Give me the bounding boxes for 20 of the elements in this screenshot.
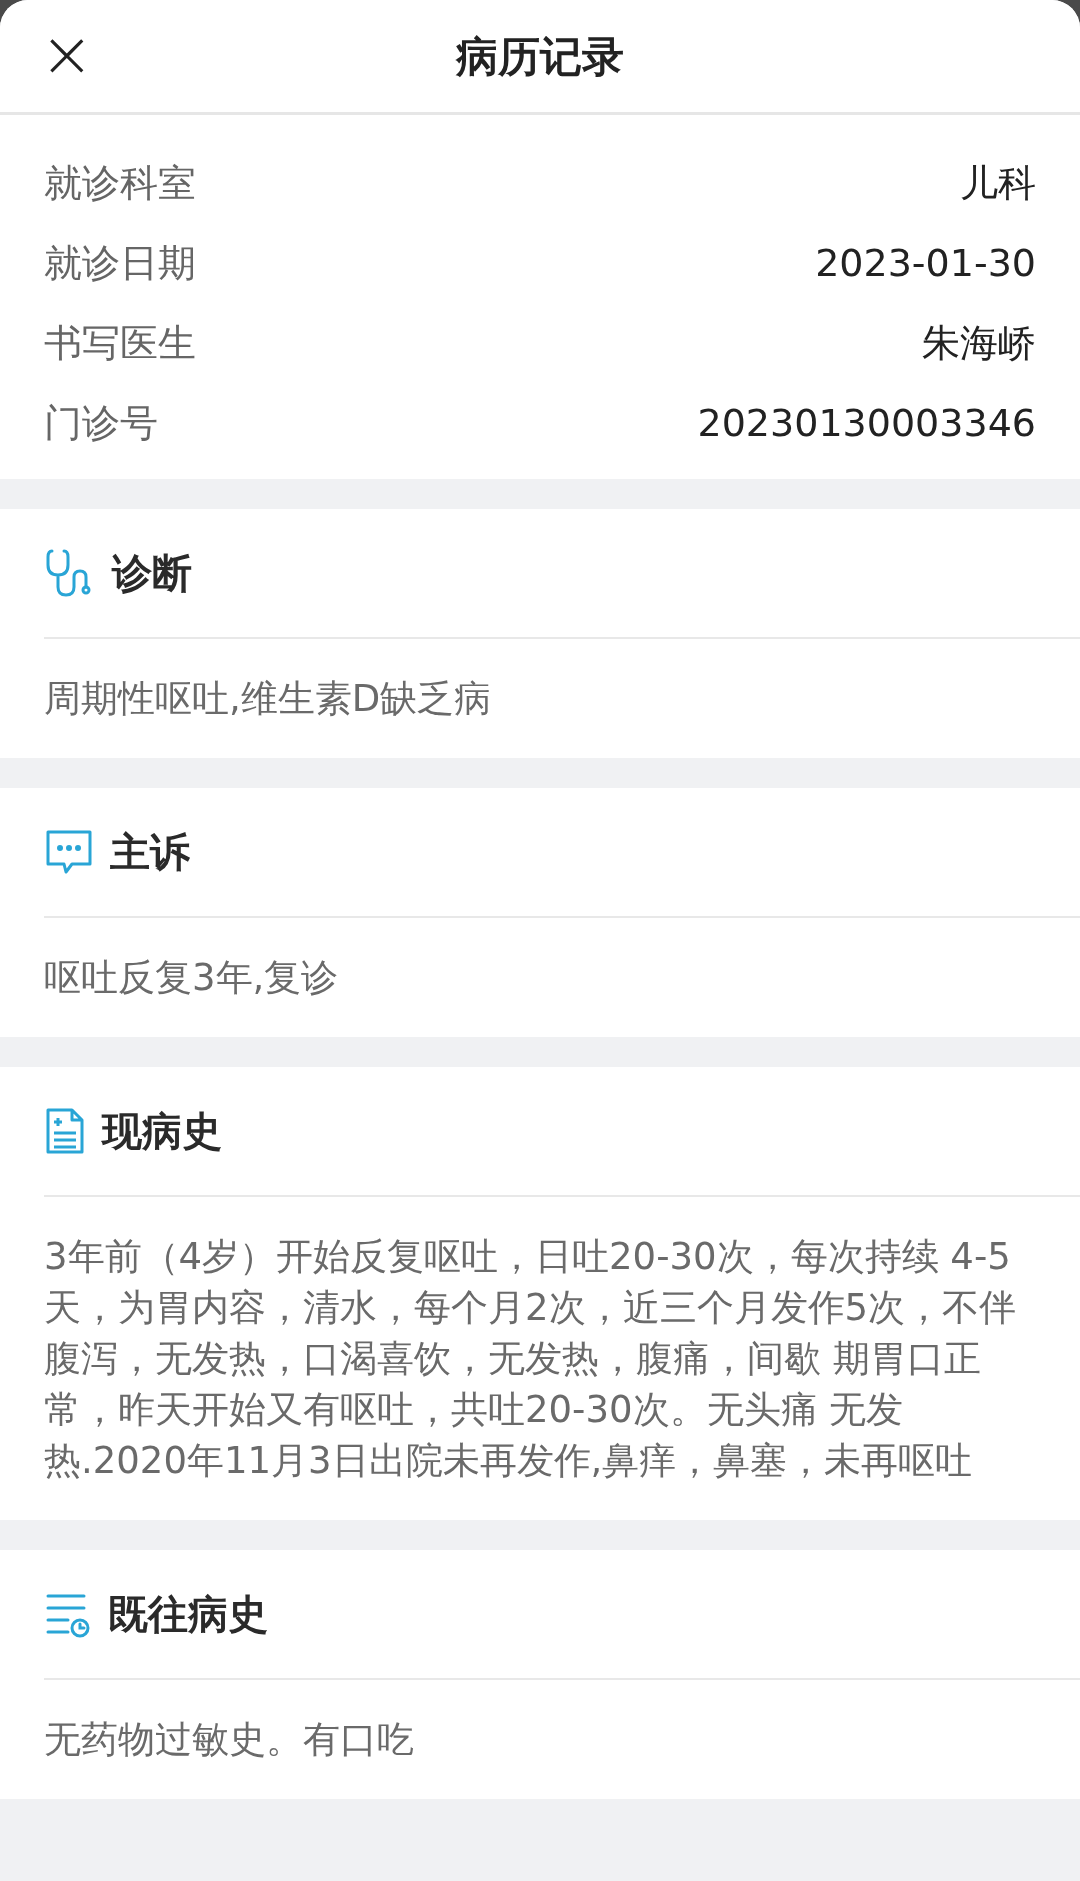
section-text: 呕吐反复3年,复诊 (44, 955, 340, 1001)
section-text: 3年前（4岁）开始反复呕吐，日吐20-30次，每次持续 4-5天，为胃内容，清水，每个月2次，近三个月发作5次，不伴腹泻，无发热，口渴喜饮，无发热，腹痛，间歇 期胃口正常，昨天开始又有呕吐，共吐20-30次。无头痛 无发热.2020年11月3日出院未再发作,鼻痒，鼻塞，未再呕吐 (44, 1234, 1018, 1484)
section-title: 既往病史 (108, 1590, 268, 1639)
info-value: 儿科 (960, 159, 1036, 207)
section-text: 周期性呕吐,维生素D缺乏病 (44, 676, 493, 722)
chat-bubble-icon (44, 828, 94, 876)
section-text: 无药物过敏史。有口吃 (44, 1717, 415, 1763)
info-value: 2023-01-30 (815, 239, 1036, 287)
info-label: 就诊科室 (44, 159, 196, 207)
info-value: 朱海峤 (922, 319, 1036, 367)
info-label: 门诊号 (44, 399, 158, 447)
info-label: 就诊日期 (44, 239, 196, 287)
section-title: 主诉 (110, 828, 190, 877)
info-label: 书写医生 (44, 319, 196, 367)
info-value: 20230130003346 (697, 399, 1036, 447)
section-title: 现病史 (102, 1107, 222, 1156)
document-icon (44, 1106, 86, 1156)
section-title: 诊断 (112, 549, 192, 598)
close-button[interactable]: × (40, 22, 94, 86)
page-title: 病历记录 (456, 30, 624, 83)
